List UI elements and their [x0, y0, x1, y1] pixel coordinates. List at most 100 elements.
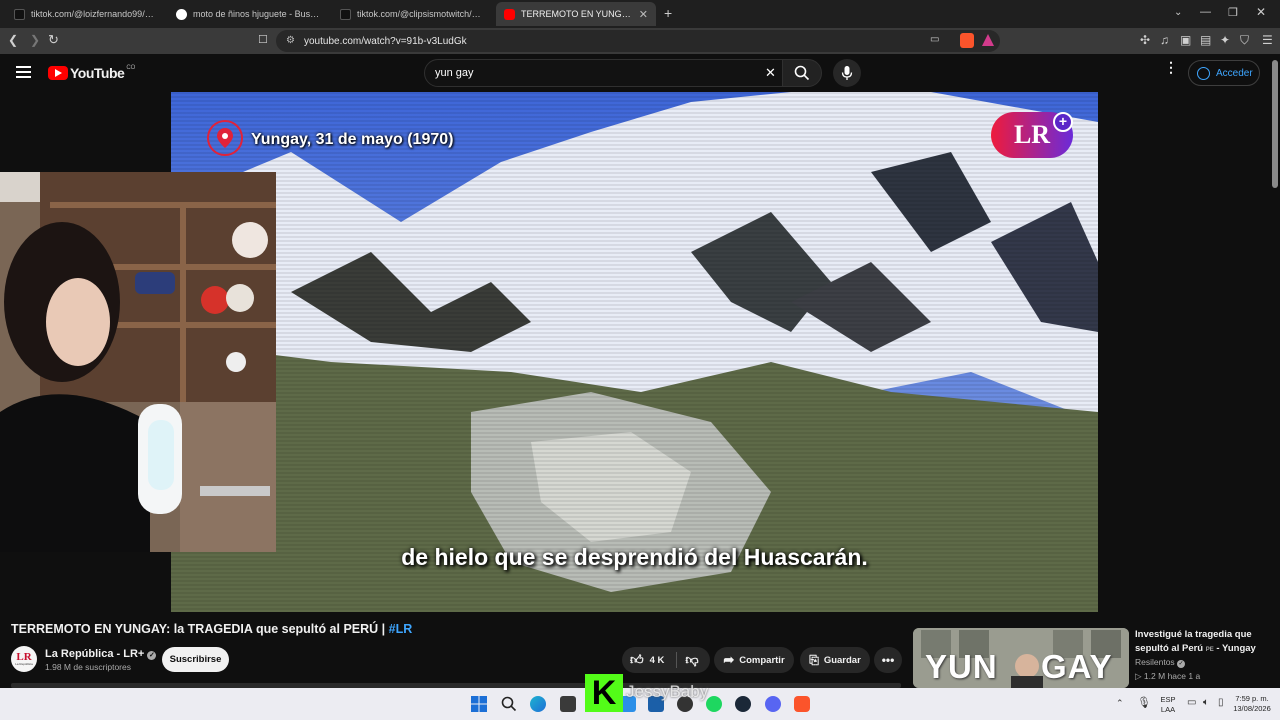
more-horizontal-icon: ••• [881, 653, 895, 667]
show-hidden-icons-chevron[interactable]: ⌃ [1116, 698, 1124, 709]
forward-icon[interactable]: ❯ [30, 33, 40, 47]
account-icon [1197, 66, 1210, 80]
clear-search-icon[interactable]: ✕ [765, 65, 776, 81]
save-label: Guardar [823, 654, 861, 666]
channel-avatar-subtext: La República [15, 662, 33, 666]
cast-icon[interactable]: ▭ [930, 34, 939, 45]
video-title-text: TERREMOTO EN YUNGAY: la TRAGEDIA que sep… [11, 622, 386, 636]
language-bottom: LAA [1160, 705, 1176, 714]
subscriber-count: 1.98 M de suscriptores [45, 662, 131, 672]
taskbar-app-icon[interactable] [560, 696, 576, 712]
page-scrollbar-thumb[interactable] [1272, 60, 1278, 188]
google-icon [176, 8, 187, 20]
recommended-meta: ▷ 1.2 M hace 1 a [1135, 671, 1200, 682]
language-top: ESP [1160, 695, 1176, 704]
recommended-thumbnail[interactable]: YUN GAY [913, 628, 1129, 688]
vpn-shield-icon[interactable]: ⛉ [1240, 33, 1249, 48]
wallet-icon[interactable]: ▤ [1200, 33, 1211, 47]
verified-check-icon: ✓ [1177, 660, 1186, 668]
close-window-icon[interactable]: ✕ [1256, 5, 1266, 19]
network-icon[interactable]: ▭ [1187, 697, 1196, 708]
video-title: TERREMOTO EN YUNGAY: la TRAGEDIA que sep… [11, 622, 412, 636]
extensions-icon[interactable]: ✣ [1140, 33, 1150, 47]
hashtag-link[interactable]: #LR [389, 622, 413, 636]
site-info-icon[interactable]: ⚙ [286, 35, 295, 46]
search-taskbar-icon[interactable] [501, 696, 517, 712]
menu-icon[interactable]: ☰ [1262, 33, 1273, 47]
spotify-icon[interactable] [706, 696, 722, 712]
recommended-channel-name: Resilentos [1135, 657, 1175, 667]
thumbnail-text-left: YUN [925, 648, 998, 685]
address-bar[interactable]: ⚙ youtube.com/watch?v=91b-v3LudGk ▭ [276, 30, 1000, 52]
video-player[interactable]: Yungay, 31 de mayo (1970) LR + de hielo … [171, 92, 1098, 612]
share-button[interactable]: ➦ Compartir [714, 647, 794, 673]
edge-icon[interactable] [530, 696, 546, 712]
browser-tab-google[interactable]: moto de ñinos hjuguete - Buscar con [168, 2, 330, 26]
search-button[interactable] [782, 59, 822, 87]
like-icon[interactable]: 👍︎ [630, 652, 644, 668]
signin-button[interactable]: Acceder [1188, 60, 1260, 86]
leo-ai-icon[interactable]: ✦ [1220, 33, 1230, 47]
discord-icon[interactable] [765, 696, 781, 712]
signin-label: Acceder [1216, 67, 1253, 79]
media-icon[interactable]: ♫ [1160, 33, 1169, 47]
share-label: Compartir [739, 654, 785, 666]
more-actions-button[interactable]: ••• [874, 647, 902, 673]
bookmark-icon[interactable]: ☐ [258, 33, 268, 46]
youtube-masthead: YouTube CO yun gay ✕ ⋮ Acceder [0, 54, 1280, 92]
minimize-icon[interactable]: — [1200, 6, 1211, 18]
settings-more-icon[interactable]: ⋮ [1164, 60, 1178, 74]
recommended-title[interactable]: Investigué la tragedia que sepultó al Pe… [1135, 628, 1270, 657]
video-frame [171, 92, 1098, 612]
back-icon[interactable]: ❮ [8, 33, 18, 47]
country-code: CO [126, 65, 136, 71]
steam-icon[interactable] [735, 696, 751, 712]
search-input[interactable]: yun gay ✕ [424, 59, 790, 87]
like-count[interactable]: 4 K [650, 655, 665, 666]
search-icon [794, 65, 810, 81]
tab-label: moto de ñinos hjuguete - Buscar con [193, 9, 322, 19]
dislike-icon[interactable]: 👎︎ [685, 652, 698, 668]
thumbnail-text-right: GAY [1041, 648, 1113, 685]
reload-icon[interactable]: ↻ [48, 32, 59, 48]
like-divider [676, 652, 678, 668]
restore-icon[interactable]: ❐ [1228, 6, 1238, 19]
subscribe-button[interactable]: Suscribirse [162, 647, 229, 672]
guide-menu-icon[interactable] [16, 66, 31, 78]
new-tab-icon[interactable]: + [664, 5, 672, 21]
brave-shields-icon[interactable] [960, 33, 974, 48]
tab-label: tiktok.com/@loizfernando99/video/7 [31, 9, 158, 19]
voice-search-button[interactable] [833, 59, 861, 87]
youtube-wordmark: YouTube [70, 65, 125, 81]
close-tab-icon[interactable]: ✕ [633, 8, 648, 21]
clock-time: 7:59 p. m. [1235, 694, 1269, 703]
share-icon: ➦ [723, 652, 735, 667]
youtube-logo[interactable]: YouTube CO [48, 65, 135, 81]
windows-start-icon[interactable] [471, 696, 487, 712]
channel-name-text: La República - LR+ [45, 648, 145, 660]
volume-icon[interactable]: 🔈︎ [1203, 697, 1209, 708]
tab-search-chevron-icon[interactable]: ⌄ [1174, 7, 1182, 18]
recommended-views: 1.2 M [1143, 671, 1166, 681]
channel-avatar[interactable]: LR La República [11, 646, 37, 672]
video-subtitle: de hielo que se desprendió del Huascarán… [401, 544, 868, 570]
youtube-favicon-icon [504, 8, 515, 20]
brave-rewards-icon[interactable] [982, 34, 994, 46]
clock[interactable]: 7:59 p. m. 13/08/2026 [1230, 694, 1274, 714]
recommended-channel[interactable]: Resilentos ✓ [1135, 657, 1186, 668]
sidebar-icon[interactable]: ▣ [1180, 33, 1191, 47]
microphone-tray-icon[interactable]: 🎙︎ [1137, 696, 1151, 709]
save-button[interactable]: ⎘ Guardar [800, 647, 870, 673]
browser-tab-tiktok-1[interactable]: tiktok.com/@loizfernando99/video/7 [6, 2, 166, 26]
browser-tab-youtube-active[interactable]: TERREMOTO EN YUNGAY: la TRAGE ✕ [496, 2, 656, 26]
lr-badge-text: LR [1013, 120, 1051, 149]
lr-plus-logo: LR + [991, 112, 1073, 158]
battery-icon[interactable]: ▯ [1218, 697, 1224, 708]
brave-icon[interactable] [794, 696, 810, 712]
browser-tab-tiktok-2[interactable]: tiktok.com/@clipsismotwitch/video/7 [332, 2, 492, 26]
language-indicator[interactable]: ESP LAA [1156, 695, 1180, 715]
channel-name[interactable]: La República - LR+ ✓ [45, 648, 157, 660]
save-bookmark-icon: ⎘ [809, 652, 819, 667]
tab-label: tiktok.com/@clipsismotwitch/video/7 [357, 9, 484, 19]
browser-toolbar: ❮ ❯ ↻ ☐ ⚙ youtube.com/watch?v=91b-v3LudG… [0, 28, 1280, 54]
